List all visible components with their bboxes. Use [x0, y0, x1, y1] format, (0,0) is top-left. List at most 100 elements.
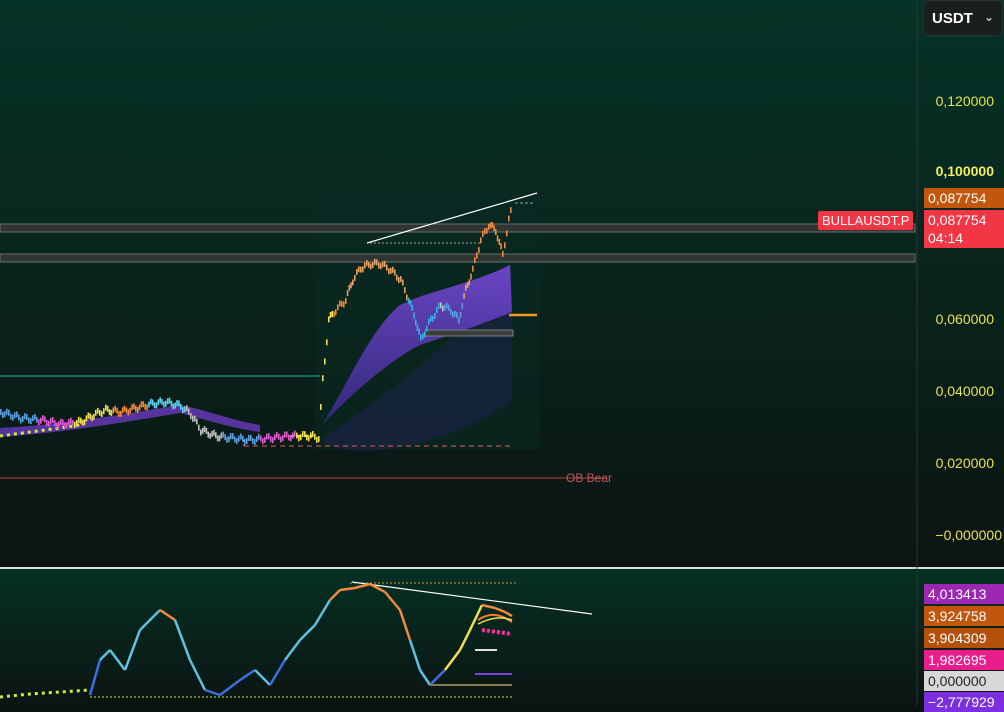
candle[interactable]	[272, 437, 274, 444]
candle[interactable]	[118, 410, 120, 417]
candle[interactable]	[372, 261, 374, 268]
candle[interactable]	[343, 301, 345, 308]
candle[interactable]	[345, 297, 347, 304]
candle[interactable]	[135, 405, 137, 412]
candle[interactable]	[85, 415, 88, 422]
candle[interactable]	[280, 436, 282, 443]
candle[interactable]	[260, 435, 262, 442]
candle[interactable]	[463, 292, 465, 299]
candle[interactable]	[4, 411, 6, 418]
candle[interactable]	[360, 266, 362, 273]
candle[interactable]	[474, 257, 476, 264]
candle[interactable]	[331, 310, 334, 317]
candle[interactable]	[422, 333, 424, 340]
candle[interactable]	[482, 230, 484, 237]
candle[interactable]	[186, 405, 188, 412]
candle[interactable]	[232, 433, 234, 440]
candle[interactable]	[282, 435, 284, 442]
candle[interactable]	[504, 242, 506, 249]
candle[interactable]	[358, 266, 360, 273]
candle[interactable]	[264, 436, 266, 443]
candle[interactable]	[112, 407, 115, 414]
candle[interactable]	[81, 419, 84, 426]
candle[interactable]	[384, 260, 386, 267]
candle[interactable]	[402, 279, 404, 286]
candle[interactable]	[54, 420, 56, 427]
candle[interactable]	[192, 415, 194, 422]
candle[interactable]	[20, 417, 22, 424]
candle[interactable]	[99, 409, 101, 416]
candle[interactable]	[418, 328, 420, 335]
candle[interactable]	[194, 415, 196, 422]
candle[interactable]	[242, 435, 244, 442]
candle[interactable]	[292, 432, 294, 439]
candle[interactable]	[398, 277, 400, 284]
candle[interactable]	[8, 409, 10, 416]
candle[interactable]	[500, 243, 502, 250]
candle[interactable]	[420, 334, 422, 341]
candle[interactable]	[461, 303, 464, 310]
candle[interactable]	[506, 230, 508, 237]
candle[interactable]	[224, 434, 226, 441]
candle[interactable]	[426, 325, 428, 332]
candle[interactable]	[216, 435, 219, 442]
candle[interactable]	[378, 262, 380, 269]
candle[interactable]	[34, 413, 36, 420]
candle[interactable]	[286, 431, 288, 438]
candle[interactable]	[144, 403, 146, 410]
candle[interactable]	[284, 431, 286, 438]
candle[interactable]	[184, 406, 186, 413]
candle[interactable]	[190, 413, 192, 420]
candle[interactable]	[182, 407, 184, 414]
candle[interactable]	[436, 306, 438, 313]
candle[interactable]	[159, 397, 161, 404]
candle[interactable]	[388, 268, 390, 275]
candle[interactable]	[489, 222, 492, 229]
candle[interactable]	[276, 431, 278, 438]
candle[interactable]	[91, 415, 93, 422]
candle[interactable]	[10, 413, 12, 420]
candle[interactable]	[404, 287, 406, 294]
candle[interactable]	[356, 268, 358, 275]
candle[interactable]	[298, 435, 300, 442]
candle[interactable]	[166, 398, 169, 405]
candle[interactable]	[72, 420, 74, 427]
candle[interactable]	[93, 413, 95, 420]
candle[interactable]	[318, 436, 320, 443]
candle[interactable]	[12, 414, 14, 421]
candle[interactable]	[466, 281, 469, 288]
candle[interactable]	[432, 315, 434, 322]
candle[interactable]	[442, 305, 444, 312]
candle[interactable]	[366, 260, 368, 267]
candle[interactable]	[406, 294, 408, 301]
candle[interactable]	[350, 282, 352, 289]
candle[interactable]	[333, 311, 335, 318]
candle[interactable]	[129, 407, 131, 414]
candle[interactable]	[201, 427, 204, 434]
candle[interactable]	[250, 434, 252, 441]
candle[interactable]	[374, 258, 376, 265]
candle[interactable]	[106, 405, 109, 412]
candle[interactable]	[131, 404, 133, 411]
candle[interactable]	[36, 416, 38, 423]
candle[interactable]	[392, 266, 394, 273]
candle[interactable]	[138, 404, 141, 411]
candle[interactable]	[2, 412, 4, 419]
candle[interactable]	[246, 437, 248, 444]
chart-canvas[interactable]	[0, 0, 1004, 706]
candle[interactable]	[339, 300, 341, 307]
candle[interactable]	[396, 274, 398, 281]
candle[interactable]	[136, 406, 139, 413]
candle[interactable]	[386, 264, 388, 271]
candle[interactable]	[434, 313, 436, 320]
candle[interactable]	[370, 263, 372, 270]
candle[interactable]	[376, 259, 378, 266]
candle[interactable]	[188, 408, 190, 415]
symbol-tag[interactable]: BULLAUSDT.P	[818, 211, 914, 230]
candle[interactable]	[478, 246, 480, 253]
candle[interactable]	[258, 433, 260, 440]
candle[interactable]	[6, 408, 8, 415]
candle[interactable]	[172, 403, 175, 410]
candle[interactable]	[220, 432, 223, 439]
candle[interactable]	[440, 302, 442, 309]
